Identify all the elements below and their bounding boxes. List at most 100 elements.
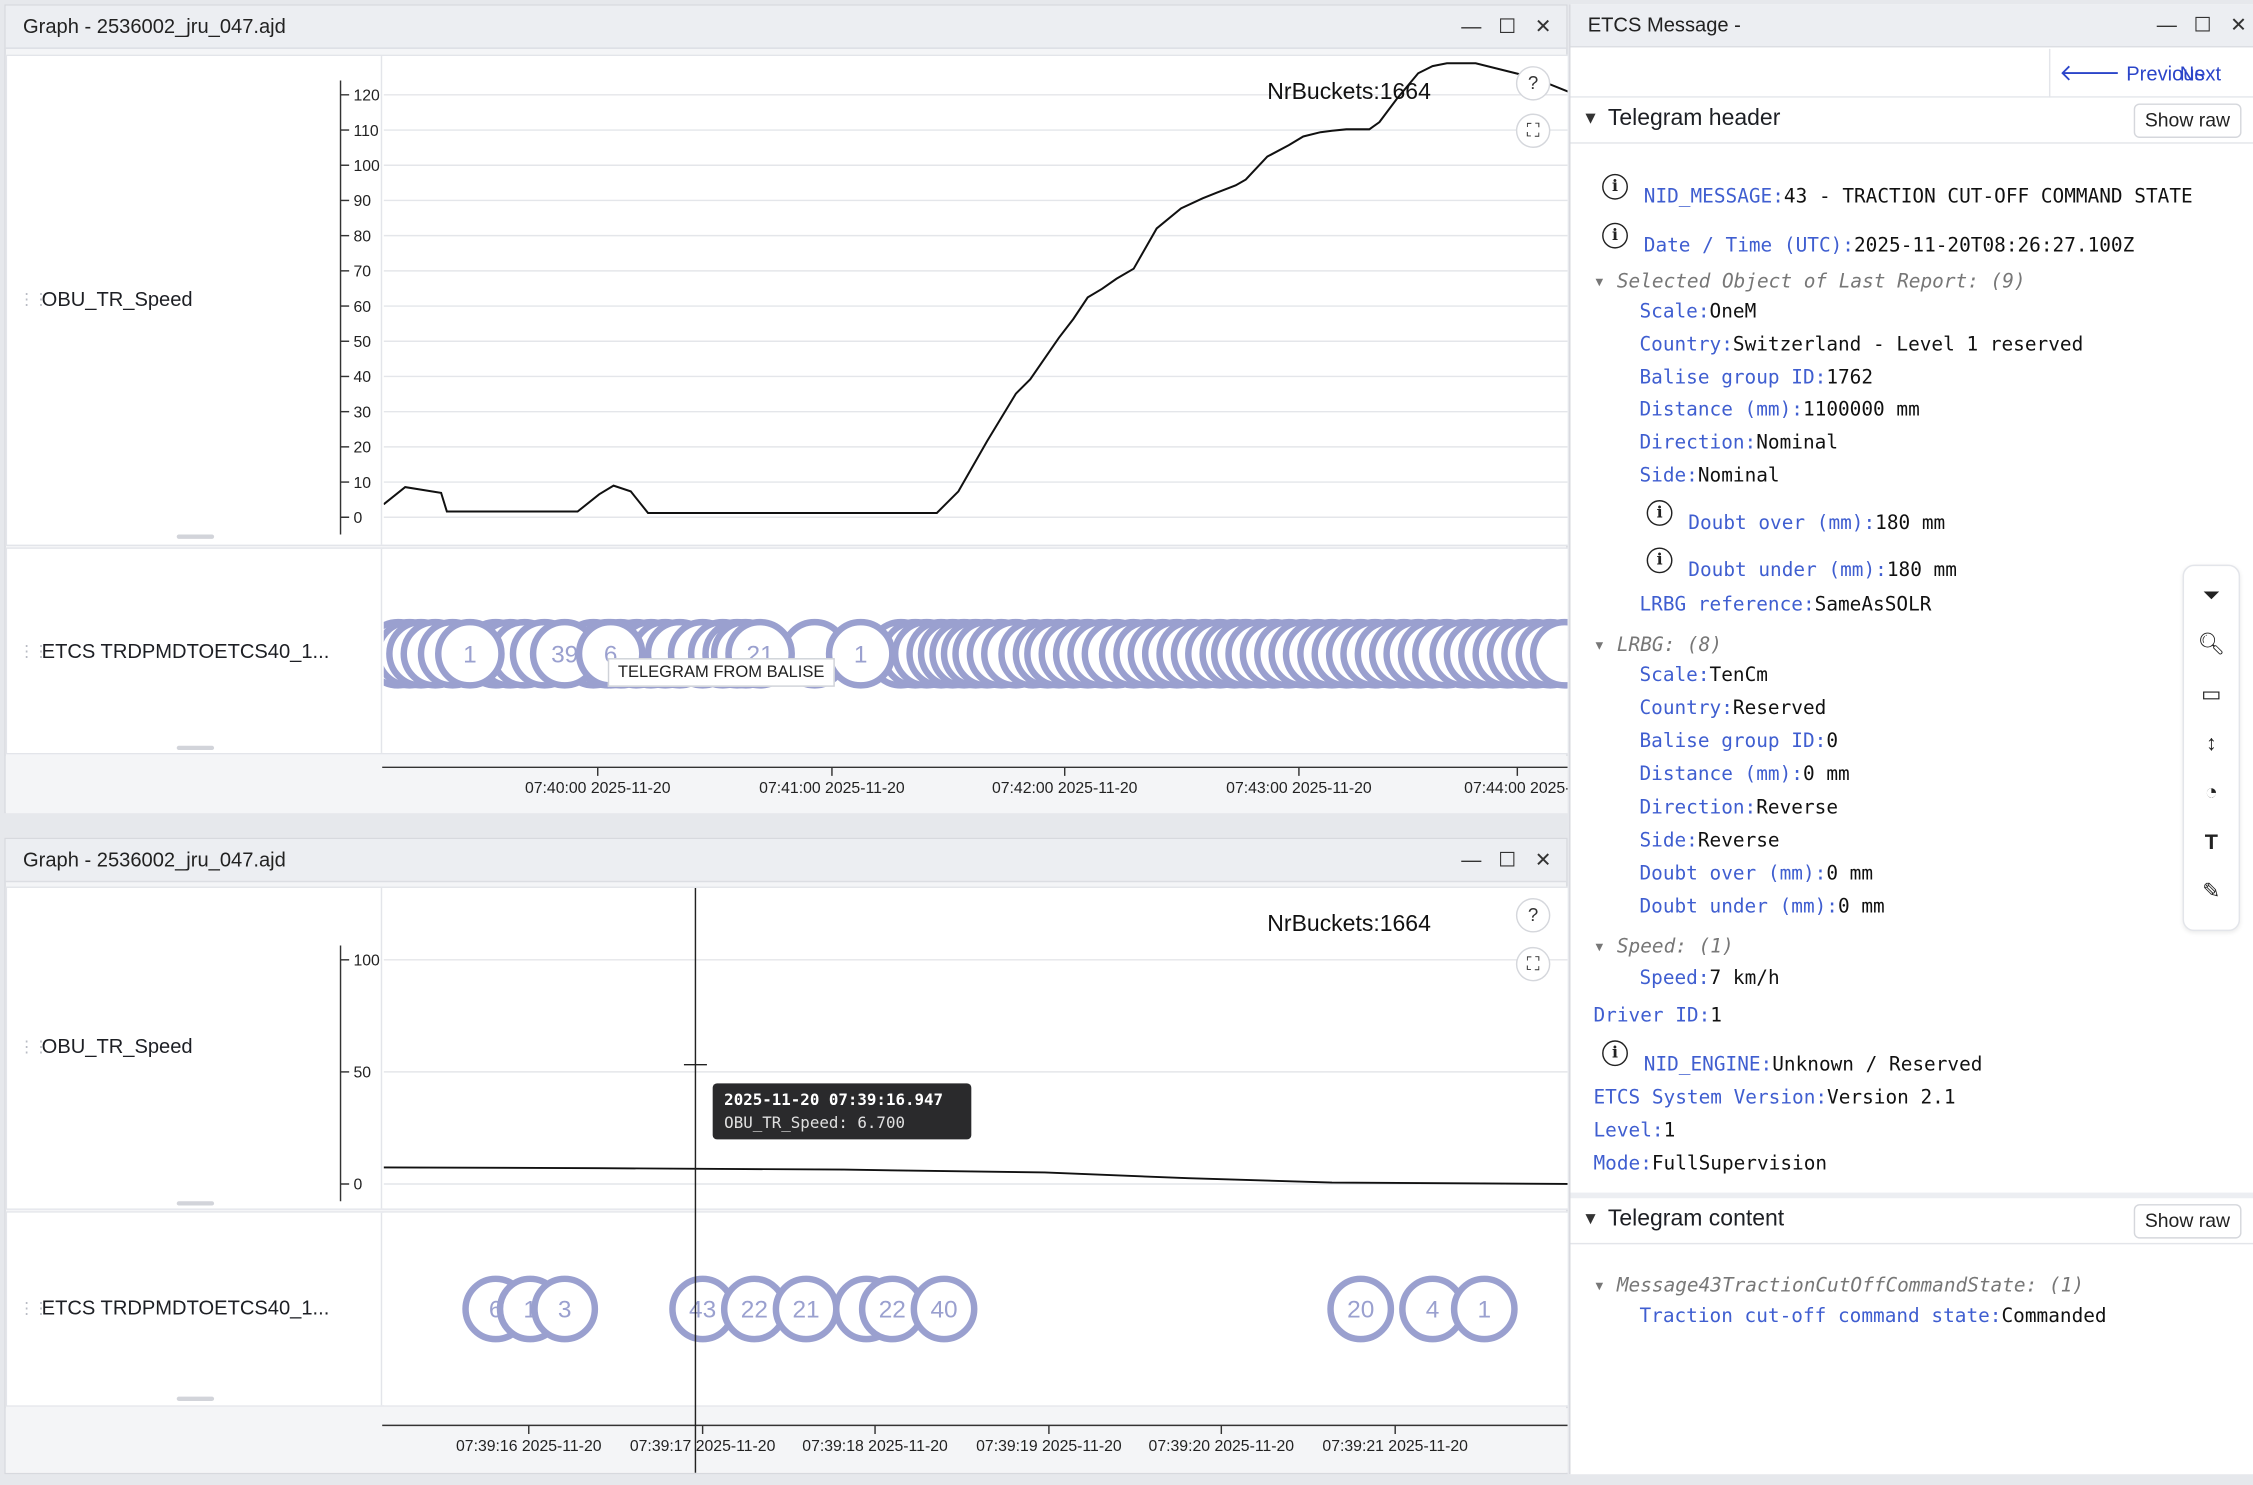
bubble-label: 40 (930, 1297, 957, 1324)
field-level: Level:1 (1593, 1119, 1676, 1143)
window-title: ETCS Message - (1587, 12, 1741, 36)
time-axis: 07:39:16 2025-11-20 07:39:17 2025-11-20 07… (5, 1408, 1568, 1473)
window-title: Graph - 2536002_jru_047.ajd (22, 14, 286, 38)
minimize-icon[interactable]: — (1458, 13, 1484, 39)
resize-handle[interactable] (176, 1396, 215, 1401)
info-icon[interactable]: i (1602, 173, 1628, 200)
lrbg-field: Side:Reverse (1639, 829, 1780, 853)
window-titlebar[interactable]: ETCS Message - — ☐ ✕ (1570, 4, 2253, 48)
window-titlebar[interactable]: Graph - 2536002_jru_047.ajd — ☐ ✕ (5, 839, 1567, 883)
channel-label-cell: ⋮⋮ OBU_TR_Speed 100 50 0 (7, 887, 383, 1209)
hover-tooltip: 2025-11-20 07:39:16.947 OBU_TR_Speed: 6.… (712, 1083, 972, 1140)
info-icon[interactable]: i (1646, 500, 1673, 526)
etcs-plot[interactable]: 6 1 3 43 22 21 22 40 20 4 1 (383, 1212, 1568, 1406)
close-icon[interactable]: ✕ (1530, 846, 1556, 872)
next-button[interactable]: Next 🡒 (2179, 55, 2253, 124)
channel-label-cell: ⋮⋮ ETCS TRDPMDTOETCS40_1... (7, 548, 383, 753)
next-label: Next (2179, 61, 2222, 85)
telegram-bubble[interactable]: 3 (531, 1275, 599, 1343)
info-icon[interactable]: i (1602, 222, 1628, 249)
bubble-label: 39 (551, 641, 578, 668)
telegram-header-section[interactable]: ▼ Telegram header Show raw (1570, 97, 2253, 144)
y-tick-label: 100 (353, 953, 380, 970)
maximize-icon[interactable]: ☐ (1494, 13, 1520, 39)
nav-divider (2048, 48, 2051, 98)
maximize-icon[interactable]: ☐ (2190, 11, 2216, 37)
etcs-bubbles[interactable]: 1 39 6 21 1 (383, 549, 1568, 753)
sol-field: Distance (mm):1100000 mm (1639, 398, 1920, 421)
pencil-icon[interactable]: ✎ (2196, 876, 2228, 908)
y-axis: 1201101009080706050403020100 (339, 80, 380, 535)
close-icon[interactable]: ✕ (1530, 13, 1556, 39)
help-button[interactable]: ? (1515, 898, 1551, 933)
bubble-label: 43 (689, 1297, 716, 1324)
lrbg-field: Doubt under (mm):0 mm (1639, 895, 1885, 919)
x-tick-label: 07:39:16 2025-11-20 (456, 1438, 602, 1455)
ruler-icon[interactable]: ▭ (2196, 680, 2228, 712)
lrbg-field: Distance (mm):0 mm (1639, 762, 1850, 786)
resize-handle[interactable] (176, 534, 215, 539)
minimize-icon[interactable]: — (2154, 11, 2180, 37)
bubble-label: 21 (793, 1297, 820, 1324)
sol-field: Direction:Nominal (1639, 431, 1839, 455)
channel-label-etcs: ETCS TRDPMDTOETCS40_1... (41, 639, 330, 663)
collapse-triangle-icon[interactable]: ▼ (1582, 108, 1599, 128)
telegram-bubble[interactable]: 1 (435, 618, 505, 689)
show-raw-button[interactable]: Show raw (2133, 1204, 2242, 1239)
y-tick-label: 10 (353, 475, 371, 492)
zoom-icon[interactable]: 🔍︎ (2196, 629, 2228, 661)
filter-icon[interactable]: ⏷ (2196, 580, 2228, 612)
info-icon[interactable]: i (1646, 547, 1673, 574)
speed-plot[interactable]: NrBuckets:1664 ? ⛶ (383, 887, 1568, 1209)
show-raw-button[interactable]: Show raw (2133, 103, 2242, 138)
lrbg-field: Scale:TenCm (1639, 663, 1768, 687)
telegram-bubble[interactable]: 21 (772, 1275, 840, 1343)
arrow-left-icon: 🡐 (2059, 61, 2121, 87)
window-titlebar[interactable]: Graph - 2536002_jru_047.ajd — ☐ ✕ (5, 5, 1567, 49)
telegram-content-section[interactable]: ▼ Telegram content Show raw (1570, 1198, 2253, 1245)
group-lrbg[interactable]: ▾ LRBG: (8) (1593, 634, 1721, 657)
sol-field: Scale:OneM (1639, 300, 1757, 324)
y-tick-label: 50 (353, 334, 371, 351)
bubble-label: 1 (463, 641, 477, 668)
nrbuckets-label: NrBuckets:1664 (1267, 912, 1431, 937)
vertical-arrows-icon[interactable]: ↕ (2196, 728, 2228, 760)
collapse-triangle-icon[interactable]: ▼ (1582, 1208, 1599, 1228)
field-lrbg-reference: LRBG reference:SameAsSOLR (1639, 593, 1932, 617)
speed-chart[interactable] (383, 56, 1568, 545)
group-selected-object[interactable]: ▾ Selected Object of Last Report: (9) (1593, 270, 2025, 293)
resize-handle[interactable] (176, 1201, 215, 1206)
y-tick-label: 20 (353, 440, 371, 457)
y-tick-label: 100 (353, 158, 380, 175)
channel-label-cell: ⋮⋮ ETCS TRDPMDTOETCS40_1... (7, 1212, 383, 1406)
speed-series-line (383, 1166, 1568, 1185)
fullscreen-button[interactable]: ⛶ (1515, 946, 1551, 982)
help-button[interactable]: ? (1515, 66, 1551, 101)
telegram-bubble[interactable]: 1 (1450, 1275, 1518, 1343)
telegram-bubble[interactable]: 20 (1327, 1275, 1395, 1343)
group-message43[interactable]: ▾ Message43TractionCutOffCommandState: (… (1593, 1274, 2084, 1297)
maximize-icon[interactable]: ☐ (1494, 846, 1520, 872)
text-icon[interactable]: T (2196, 828, 2228, 860)
bubble-label: 1 (854, 641, 868, 668)
minimize-icon[interactable]: — (1458, 846, 1484, 872)
bubble-label: 3 (558, 1297, 572, 1324)
telegram-bubble[interactable] (1529, 618, 1568, 689)
etcs-bubbles[interactable]: 6 1 3 43 22 21 22 40 20 4 1 (384, 1213, 1568, 1406)
telegram-bubble[interactable]: 1 (825, 618, 896, 689)
fullscreen-button[interactable]: ⛶ (1515, 113, 1551, 148)
telegram-bubble[interactable]: 40 (910, 1275, 978, 1343)
time-axis-svg: 07:40:00 2025-11-20 07:41:00 2025-11-20 07… (382, 766, 1568, 797)
bubble-label: 22 (741, 1297, 768, 1324)
section-title: Telegram header (1607, 106, 1781, 131)
speed-plot[interactable]: NrBuckets:1664 ? ⛶ (383, 56, 1568, 545)
resize-handle[interactable] (176, 745, 215, 751)
field-mode: Mode:FullSupervision (1593, 1152, 1828, 1176)
info-icon[interactable]: i (1602, 1040, 1628, 1067)
close-icon[interactable]: ✕ (2226, 11, 2252, 37)
group-speed[interactable]: ▾ Speed: (1) (1593, 935, 1733, 958)
gauge-icon[interactable]: ◔ (2196, 777, 2228, 809)
field-nid-engine: NID_ENGINE:Unknown / Reserved (1643, 1053, 1983, 1077)
etcs-plot[interactable]: 1 39 6 21 1 TELEGRAM FROM BALISE (383, 548, 1568, 753)
message-nav: 🡐 Previous Next 🡒 (1570, 48, 2253, 124)
